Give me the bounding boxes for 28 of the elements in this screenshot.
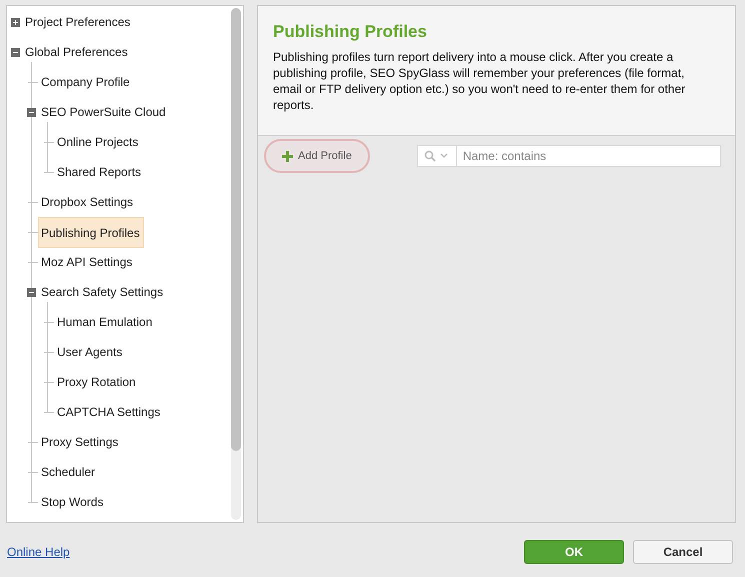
add-profile-button[interactable]: Add Profile [264,139,370,173]
cancel-button[interactable]: Cancel [633,540,733,564]
collapse-icon[interactable] [27,288,36,296]
tree-item[interactable]: Proxy Rotation [54,372,139,392]
tree-item[interactable]: Company Profile [38,72,133,92]
expand-icon[interactable] [11,18,20,26]
tree-item[interactable]: CAPTCHA Settings [54,402,164,422]
tree-item[interactable]: Global Preferences [22,42,131,62]
tree-item[interactable]: Scheduler [38,462,98,482]
collapse-icon[interactable] [27,108,36,116]
tree-item[interactable]: Project Preferences [22,12,134,32]
tree-item[interactable]: Online Projects [54,132,142,152]
description: Publishing profiles turn report delivery into a mouse click. After you create a publishing profile, SEO SpyGlass will remember your preferences (file format, email or FTP delivery option etc.) so you won't need to re-enter them for other reports. [273,49,686,113]
help-link[interactable]: Online Help [7,545,70,559]
filter-field[interactable]: Name: contains [456,145,721,167]
panel-title: Publishing Profiles [273,22,428,42]
tree-item[interactable]: Moz API Settings [38,252,136,272]
tree-item[interactable]: User Agents [54,342,126,362]
plus-icon [282,150,293,162]
tree-item[interactable]: Publishing Profiles [38,216,144,248]
tree-item[interactable]: Human Emulation [54,312,156,332]
tree-item[interactable]: Search Safety Settings [38,282,166,302]
tree-item[interactable]: Proxy Settings [38,432,122,452]
tree-item[interactable]: Shared Reports [54,162,144,182]
tree-item[interactable]: Stop Words [38,492,106,512]
tree-item[interactable]: Dropbox Settings [38,192,136,212]
tree-item[interactable]: SEO PowerSuite Cloud [38,102,169,122]
collapse-icon[interactable] [11,48,20,56]
